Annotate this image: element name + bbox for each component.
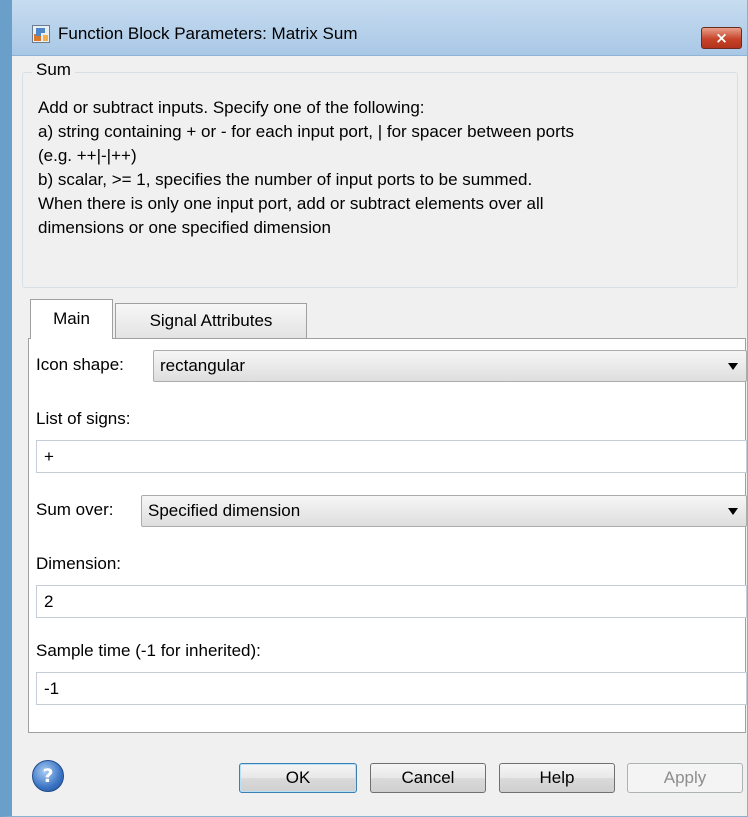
sum-over-dropdown[interactable]: Specified dimension [141,495,747,527]
help-icon[interactable]: ? [32,760,64,792]
sample-time-input[interactable] [37,673,746,704]
list-of-signs-input[interactable] [37,441,746,472]
icon-shape-dropdown[interactable]: rectangular [153,350,747,382]
description-line: Add or subtract inputs. Specify one of t… [38,98,425,117]
tab-signal-attributes[interactable]: Signal Attributes [115,303,307,338]
help-button[interactable]: Help [499,763,615,793]
description-line: When there is only one input port, add o… [38,194,544,213]
groupbox-title: Sum [32,60,75,80]
window-title: Function Block Parameters: Matrix Sum [58,24,358,43]
list-of-signs-field[interactable] [36,440,747,473]
chevron-down-icon [728,508,738,515]
simulink-block-icon [32,25,50,43]
apply-button[interactable]: Apply [627,763,743,793]
icon-shape-label: Icon shape: [36,355,124,374]
dialog-client-area: Sum Add or subtract inputs. Specify one … [12,56,747,816]
close-button[interactable]: × [701,27,742,49]
question-mark-glyph: ? [42,765,54,787]
close-icon: × [715,28,728,47]
dimension-field[interactable] [36,585,747,618]
list-of-signs-label: List of signs: [36,409,131,428]
ok-button[interactable]: OK [239,763,357,793]
description-line: dimensions or one specified dimension [38,218,331,237]
description-line: a) string containing + or - for each inp… [38,122,574,141]
description-line: (e.g. ++|-|++) [38,146,137,165]
title-bar[interactable]: Function Block Parameters: Matrix Sum × [12,0,747,56]
cancel-button[interactable]: Cancel [370,763,486,793]
sum-over-label: Sum over: [36,500,114,519]
tab-main[interactable]: Main [30,299,113,339]
chevron-down-icon [728,363,738,370]
description-line: b) scalar, >= 1, specifies the number of… [38,170,533,189]
main-tab-panel: Icon shape: rectangular List of signs: S… [28,338,747,733]
sample-time-field[interactable] [36,672,747,705]
sum-over-value: Specified dimension [148,501,301,520]
block-description: Add or subtract inputs. Specify one of t… [38,96,738,240]
icon-shape-value: rectangular [160,356,246,375]
dimension-input[interactable] [37,586,746,617]
sample-time-label: Sample time (-1 for inherited): [36,641,261,660]
dimension-label: Dimension: [36,554,122,573]
